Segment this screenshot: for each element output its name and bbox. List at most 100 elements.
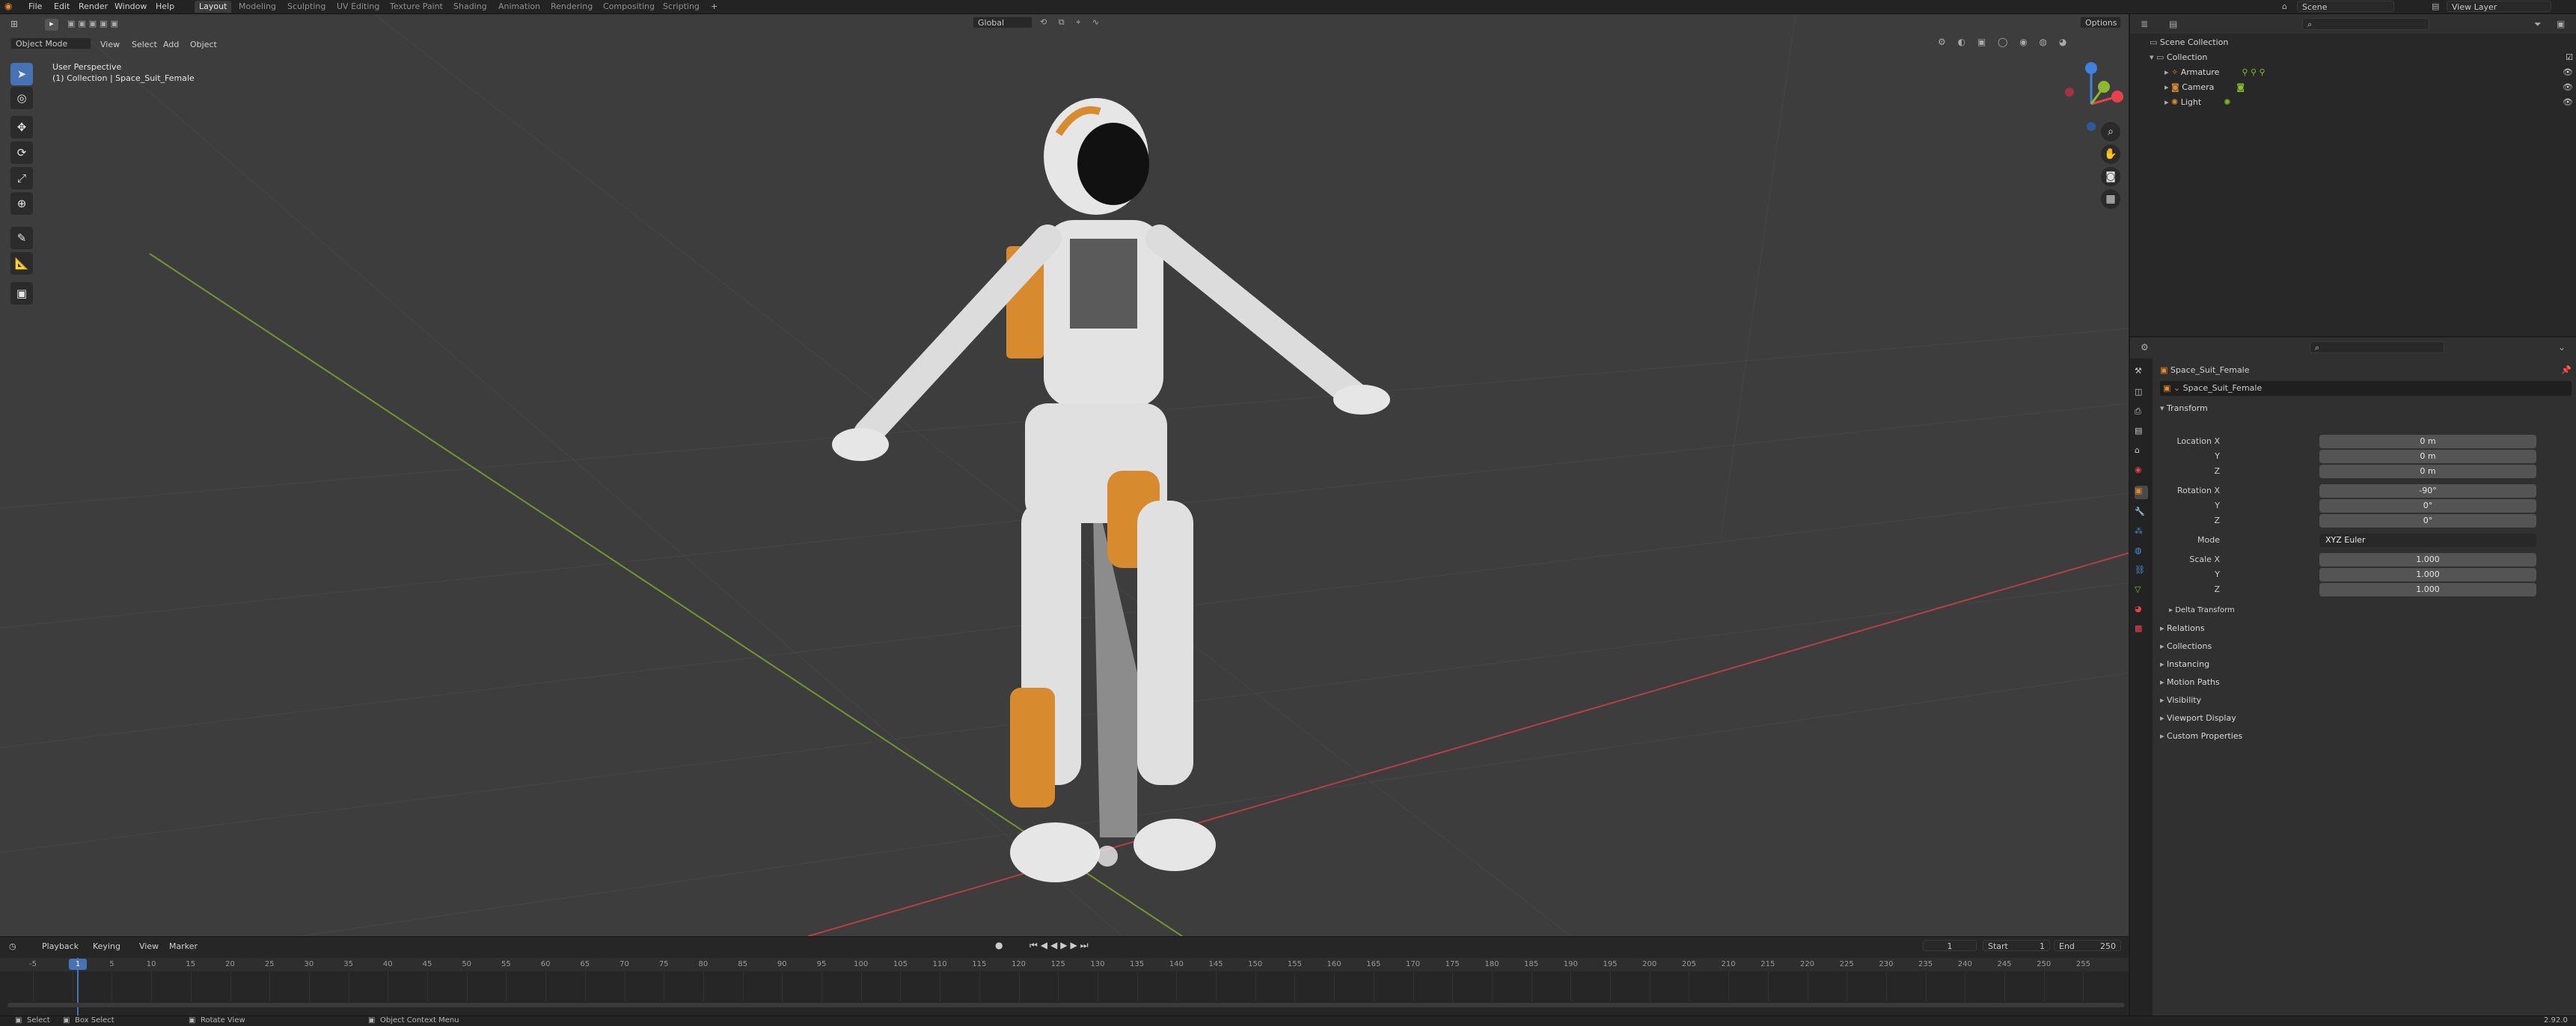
pin-icon[interactable]: 📌 <box>2561 363 2572 378</box>
tab-uv-editing[interactable]: UV Editing <box>332 1 384 13</box>
tab-layout[interactable]: Layout <box>195 1 232 13</box>
eye-icon[interactable]: 👁 <box>2563 65 2573 80</box>
ortho-toggle-button[interactable]: ▦ <box>2101 189 2120 209</box>
outliner-item-light[interactable]: ▸ ✺ Light ✺ 👁 <box>2164 95 2573 110</box>
tab-shading[interactable]: Shading <box>449 1 492 13</box>
object-mode-dropdown[interactable]: Object Mode <box>10 37 91 49</box>
tab-animation[interactable]: Animation <box>494 1 545 13</box>
add-cube-tool-button[interactable]: ▣ <box>10 282 33 305</box>
tab-modeling[interactable]: Modeling <box>234 1 281 13</box>
rotation-z-field[interactable]: 0° <box>2319 514 2536 528</box>
frame-tick-label: 225 <box>1839 960 1854 968</box>
view-layer-icon[interactable]: ▤ <box>2432 1 2439 11</box>
outliner-item-camera[interactable]: ▸ ◙ Camera ◙ 👁 <box>2164 80 2573 95</box>
transform-tool-button[interactable]: ⊕ <box>10 192 33 215</box>
scale-tool-button[interactable]: ⤢ <box>10 167 33 189</box>
tab-texture-paint[interactable]: Texture Paint <box>385 1 447 13</box>
visibility-panel[interactable]: ▸ Visibility <box>2160 692 2201 709</box>
rotation-y-field[interactable]: 0° <box>2319 499 2536 513</box>
collections-panel[interactable]: ▸ Collections <box>2160 638 2212 655</box>
pivot-snap-icons[interactable]: ⟲ ⧉ ⌖ ∿ <box>1040 17 1104 28</box>
eye-icon[interactable]: 👁 <box>2563 95 2573 110</box>
checkbox-icon[interactable]: ☑ <box>2566 50 2573 65</box>
display-mode-icon[interactable]: ▤ <box>2169 19 2177 29</box>
outliner-item-armature[interactable]: ▸ ✧ Armature ⚲ ⚲ ⚲ 👁 <box>2164 65 2573 80</box>
menu-view[interactable]: View <box>100 40 120 49</box>
editor-type-icon[interactable]: ⚙ <box>2141 342 2149 352</box>
timeline[interactable]: ◷ Playback Keying View Marker ● ⏮◀◀▶▶⏭ 1… <box>0 936 2129 1016</box>
tool-tab-icon[interactable]: ⚒ <box>2135 366 2148 379</box>
eye-icon[interactable]: 👁 <box>2563 80 2573 95</box>
tab-sculpting[interactable]: Sculpting <box>283 1 330 13</box>
editor-type-icon[interactable]: ≣ <box>2141 19 2148 29</box>
add-workspace-button[interactable]: + <box>706 1 722 13</box>
rotation-z-label: Z <box>2214 516 2220 525</box>
object-name-field[interactable]: ▣ ⌄ Space_Suit_Female <box>2160 381 2572 396</box>
status-context-menu: Object Context Menu <box>380 1016 459 1025</box>
filter-icon[interactable]: ⏷ <box>2534 19 2542 30</box>
move-tool-button[interactable]: ✥ <box>10 116 33 138</box>
delta-transform-subpanel[interactable]: ▸ Delta Transform <box>2169 602 2235 619</box>
outliner-search-input[interactable]: ⌕ <box>2302 18 2429 30</box>
output-tab-icon[interactable]: ⎙ <box>2135 406 2148 420</box>
select-tool-button[interactable]: ➤ <box>10 63 33 85</box>
annotate-tool-button[interactable]: ✎ <box>10 227 33 249</box>
3d-viewport[interactable]: ⊞ ▸ ▣▣▣▣▣ Object Mode View Select Add Ob… <box>0 14 2129 936</box>
tab-rendering[interactable]: Rendering <box>546 1 597 13</box>
select-mode-icon[interactable]: ▸ <box>45 19 58 31</box>
scale-x-field[interactable]: 1.000 <box>2319 553 2536 567</box>
location-y-field[interactable]: 0 m <box>2319 450 2536 463</box>
location-z-field[interactable]: 0 m <box>2319 465 2536 478</box>
instancing-panel[interactable]: ▸ Instancing <box>2160 656 2209 673</box>
menu-window[interactable]: Window <box>114 1 147 11</box>
viewport-display-icons[interactable]: ⚙ ◐ ▣ ◯ ◉ ◍ ◕ <box>1938 37 2071 47</box>
cursor-tool-button[interactable]: ◎ <box>10 87 33 109</box>
menu-select[interactable]: Select <box>132 40 157 49</box>
view-layer-selector[interactable]: View Layer <box>2447 1 2551 12</box>
tab-scripting[interactable]: Scripting <box>658 1 704 13</box>
collection-row[interactable]: ▾ ▭ Collection ☑ <box>2150 50 2573 65</box>
properties-search-input[interactable]: ⌕ <box>2310 341 2444 353</box>
menu-file[interactable]: File <box>28 1 42 11</box>
scale-z-field[interactable]: 1.000 <box>2319 583 2536 596</box>
chevron-down-icon[interactable]: ⌄ <box>2558 342 2566 352</box>
navigation-gizmo[interactable] <box>2065 62 2123 131</box>
frame-tick-label: -5 <box>29 960 37 968</box>
selection-modes[interactable]: ▣▣▣▣▣ <box>67 19 121 28</box>
rotation-x-field[interactable]: -90° <box>2319 484 2536 498</box>
location-x-field[interactable]: 0 m <box>2319 435 2536 448</box>
editor-type-icon[interactable]: ⊞ <box>10 19 18 29</box>
transform-panel-header[interactable]: ▾ Transform <box>2160 400 2208 417</box>
playhead-frame-badge[interactable]: 1 <box>69 959 87 970</box>
pan-button[interactable]: ✋ <box>2101 144 2120 164</box>
zoom-button[interactable]: ⌕ <box>2101 122 2120 141</box>
measure-tool-button[interactable]: 📐 <box>10 252 33 275</box>
options-dropdown[interactable]: Options <box>2080 16 2121 28</box>
scene-collection-row[interactable]: ▭ Scene Collection <box>2150 35 2228 50</box>
scene-selector[interactable]: Scene <box>2297 1 2394 12</box>
menu-edit[interactable]: Edit <box>54 1 70 11</box>
transform-orientation-dropdown[interactable]: Global <box>973 16 1032 28</box>
new-collection-icon[interactable]: ▣ <box>2557 19 2565 29</box>
blender-logo-icon[interactable]: ◉ <box>4 1 12 11</box>
viewport-display-panel[interactable]: ▸ Viewport Display <box>2160 710 2236 727</box>
menu-render[interactable]: Render <box>79 1 108 11</box>
render-tab-icon[interactable]: ◫ <box>2135 387 2148 400</box>
relations-panel[interactable]: ▸ Relations <box>2160 620 2205 637</box>
scene-icon[interactable]: ⌂ <box>2282 1 2287 11</box>
timeline-scrollbar[interactable] <box>7 1003 2125 1007</box>
menu-add[interactable]: Add <box>163 40 179 49</box>
outliner[interactable]: ≣ ▤ ⌕ ⏷ ▣ ▭ Scene Collection ▾ ▭ Collect… <box>2130 14 2576 336</box>
texture-tab-icon[interactable]: ▩ <box>2135 623 2148 637</box>
properties-editor[interactable]: ⚙ ⌕ ⌄ ⚒ ◫ ⎙ ▤ ⌂ ◉ ▣ 🔧 ⁂ ◍ ⛓ ▽ ◕ ▩ ▣ Spac… <box>2130 338 2576 1016</box>
material-tab-icon[interactable]: ◕ <box>2135 604 2148 617</box>
tab-compositing[interactable]: Compositing <box>599 1 659 13</box>
camera-view-button[interactable]: ◙ <box>2101 167 2120 186</box>
custom-properties-panel[interactable]: ▸ Custom Properties <box>2160 728 2242 745</box>
scale-y-field[interactable]: 1.000 <box>2319 568 2536 581</box>
rotate-tool-button[interactable]: ⟳ <box>10 141 33 164</box>
menu-help[interactable]: Help <box>156 1 174 11</box>
menu-object[interactable]: Object <box>190 40 217 49</box>
motion-paths-panel[interactable]: ▸ Motion Paths <box>2160 674 2220 691</box>
rotation-mode-dropdown[interactable]: XYZ Euler <box>2319 534 2536 547</box>
